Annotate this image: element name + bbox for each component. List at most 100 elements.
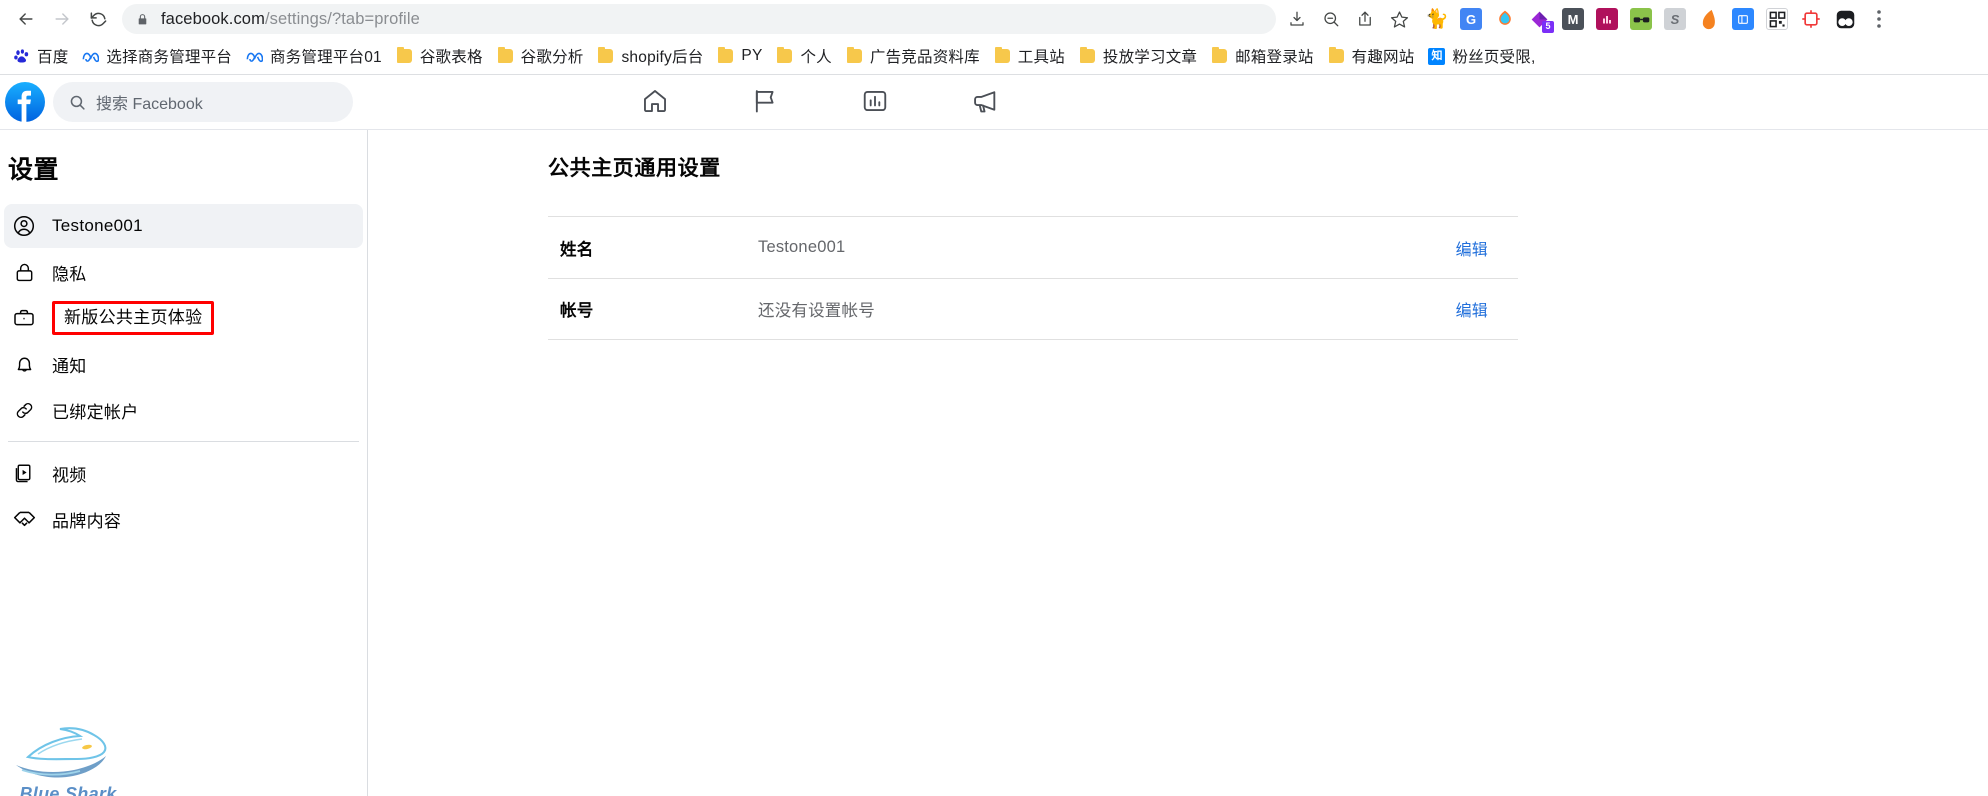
bookmark-item[interactable]: 百度 <box>6 42 75 70</box>
settings-sidebar: 设置 Testone001 隐私 新版公共主页体验 通知 已绑定帐户 视频 品牌… <box>0 130 368 796</box>
sidebar-item-profile[interactable]: Testone001 <box>4 204 363 248</box>
url-text: facebook.com/settings/?tab=profile <box>161 9 420 28</box>
sidebar-item-label: 已绑定帐户 <box>52 402 139 422</box>
ubersuggest-icon[interactable] <box>1488 4 1522 34</box>
sidebar-item-video[interactable]: 视频 <box>4 451 363 495</box>
briefcase-icon <box>10 304 38 332</box>
bookmark-label: 投放学习文章 <box>1102 49 1198 66</box>
bookmark-item[interactable]: 有趣网站 <box>1321 42 1422 70</box>
browser-toolbar: facebook.com/settings/?tab=profile 🐈 G 5… <box>0 0 1988 38</box>
zhihu-icon: 知 <box>1428 47 1446 65</box>
bookmark-item[interactable]: 商务管理平台01 <box>239 42 389 70</box>
folder-icon <box>717 47 734 65</box>
sidebar-item-label: Testone001 <box>52 216 143 235</box>
folder-icon <box>994 47 1011 65</box>
address-bar[interactable]: facebook.com/settings/?tab=profile <box>122 4 1276 34</box>
setting-value: 还没有设置帐号 <box>758 302 875 320</box>
setting-label: 姓名 <box>560 240 594 259</box>
id-card-extension-icon[interactable] <box>1726 4 1760 34</box>
sidebar-item-label: 通知 <box>52 356 87 376</box>
profile-circle-icon <box>10 212 38 240</box>
video-icon <box>10 459 38 487</box>
bookmark-star-icon[interactable] <box>1382 4 1416 34</box>
bookmark-item[interactable]: 投放学习文章 <box>1072 42 1204 70</box>
bar-chart-icon <box>861 87 889 120</box>
bookmark-label: 粉丝页受限, <box>1452 49 1536 66</box>
edit-link[interactable]: 编辑 <box>1456 236 1516 260</box>
blue-shark-logo <box>16 727 107 778</box>
lock-icon <box>136 12 149 27</box>
glasses-extension-icon[interactable] <box>1624 4 1658 34</box>
setting-row-username: 帐号 还没有设置帐号 编辑 <box>548 278 1518 340</box>
red-puzzle-extension-icon[interactable] <box>1794 4 1828 34</box>
setting-label: 帐号 <box>560 302 594 320</box>
search-icon <box>69 94 86 111</box>
adspy-diamond-icon[interactable]: 5 <box>1522 4 1556 34</box>
sidebar-item-label: 新版公共主页体验 <box>52 301 215 335</box>
similarweb-icon[interactable] <box>1692 4 1726 34</box>
bookmark-item[interactable]: 个人 <box>769 42 838 70</box>
baidu-icon <box>13 48 30 65</box>
bookmark-item[interactable]: shopify后台 <box>590 42 710 70</box>
setting-row-name: 姓名 Testone001 编辑 <box>548 216 1518 278</box>
bookmarks-bar: 百度 选择商务管理平台 商务管理平台01 谷歌表格 谷歌分析 shopify后台 <box>0 38 1988 74</box>
nav-ads[interactable] <box>930 75 1040 131</box>
facebook-search-input[interactable]: 搜索 Facebook <box>53 82 353 122</box>
folder-icon <box>497 47 514 65</box>
folder-icon <box>597 47 614 65</box>
medium-icon[interactable]: M <box>1556 4 1590 34</box>
sidebar-item-label: 视频 <box>52 465 87 485</box>
sidebar-item-new-pages-experience[interactable]: 新版公共主页体验 <box>4 296 363 340</box>
google-translate-icon[interactable]: G <box>1454 4 1488 34</box>
bookmark-item[interactable]: PY <box>710 42 769 70</box>
meta-icon <box>82 48 100 65</box>
sidebar-item-label: 隐私 <box>52 264 87 284</box>
folder-icon <box>776 47 793 65</box>
facebook-logo[interactable] <box>5 82 45 122</box>
bookmark-label: shopify后台 <box>621 49 704 66</box>
shopify-extension-icon[interactable]: S <box>1658 4 1692 34</box>
bookmark-item[interactable]: 谷歌分析 <box>490 42 591 70</box>
back-button[interactable] <box>8 4 44 34</box>
bookmark-item[interactable]: 广告竞品资料库 <box>839 42 987 70</box>
bookmark-item[interactable]: 谷歌表格 <box>389 42 490 70</box>
forward-button[interactable] <box>44 4 80 34</box>
qr-code-extension-icon[interactable] <box>1760 4 1794 34</box>
brand-name: Blue Shark <box>19 784 117 796</box>
bookmark-label: 百度 <box>37 49 69 66</box>
bookmark-item[interactable]: 邮箱登录站 <box>1204 42 1321 70</box>
bookmark-label: 谷歌分析 <box>520 49 584 66</box>
nav-insights[interactable] <box>820 75 930 131</box>
lock-icon <box>10 258 38 286</box>
cat-extension-icon[interactable]: 🐈 <box>1420 4 1454 34</box>
edit-link[interactable]: 编辑 <box>1456 297 1516 321</box>
flag-icon <box>751 87 779 120</box>
bookmark-item[interactable]: 知 粉丝页受限, <box>1421 42 1542 70</box>
handshake-icon <box>10 505 38 533</box>
sidebar-item-notifications[interactable]: 通知 <box>4 342 363 386</box>
sidebar-item-privacy[interactable]: 隐私 <box>4 250 363 294</box>
dark-avatar-extension-icon[interactable] <box>1828 4 1862 34</box>
browser-menu-icon[interactable] <box>1862 4 1896 34</box>
bookmark-label: PY <box>741 47 763 64</box>
sidebar-item-branded-content[interactable]: 品牌内容 <box>4 497 363 541</box>
bookmark-label: 谷歌表格 <box>419 49 483 66</box>
reload-button[interactable] <box>80 4 116 34</box>
bookmark-item[interactable]: 工具站 <box>987 42 1072 70</box>
bookmark-label: 有趣网站 <box>1351 49 1415 66</box>
nav-flag[interactable] <box>710 75 820 131</box>
bookmark-item[interactable]: 选择商务管理平台 <box>75 42 239 70</box>
share-icon[interactable] <box>1348 4 1382 34</box>
megaphone-icon <box>971 87 999 120</box>
analytics-extension-icon[interactable] <box>1590 4 1624 34</box>
main-title: 公共主页通用设置 <box>548 157 721 180</box>
sidebar-item-linked-accounts[interactable]: 已绑定帐户 <box>4 388 363 432</box>
home-icon <box>641 87 669 120</box>
download-icon[interactable] <box>1280 4 1314 34</box>
meta-icon <box>246 48 264 65</box>
facebook-search-placeholder: 搜索 Facebook <box>96 96 203 113</box>
bookmark-label: 个人 <box>800 49 832 66</box>
nav-home[interactable] <box>600 75 710 131</box>
bookmark-label: 商务管理平台01 <box>270 49 382 66</box>
zoom-out-icon[interactable] <box>1314 4 1348 34</box>
